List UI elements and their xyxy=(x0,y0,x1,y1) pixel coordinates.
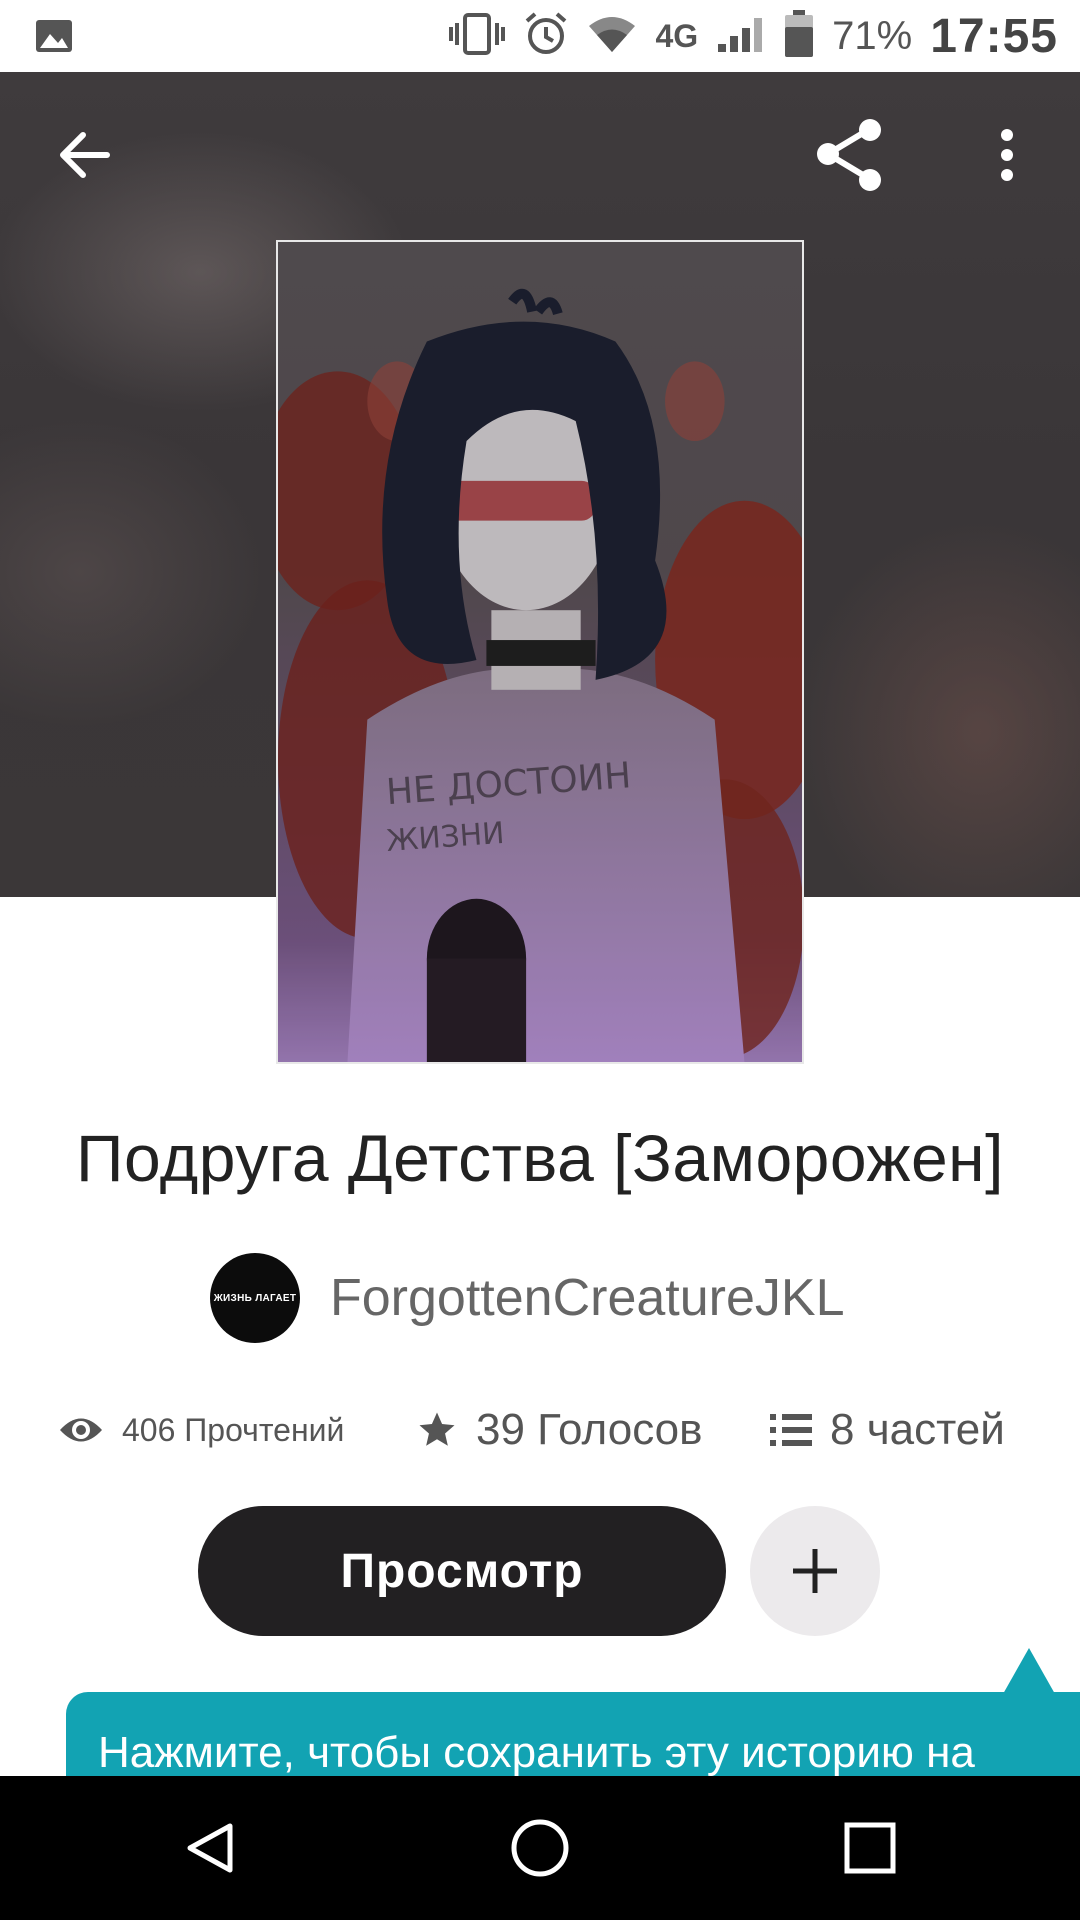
battery-percent: 71% xyxy=(832,13,913,58)
wifi-icon xyxy=(587,14,637,59)
alarm-icon xyxy=(523,11,569,62)
more-vert-icon xyxy=(1001,129,1013,181)
share-icon xyxy=(817,119,881,191)
navigation-bar xyxy=(0,1776,1080,1920)
status-bar: 4G 71% 17:55 xyxy=(0,0,1080,72)
votes-stat: 39 Голосов xyxy=(416,1400,703,1460)
read-button[interactable]: Просмотр xyxy=(198,1506,726,1636)
signal-icon xyxy=(716,14,766,59)
save-story-tooltip[interactable]: Нажмите, чтобы сохранить эту историю на xyxy=(66,1692,1080,1776)
more-options-button[interactable] xyxy=(962,110,1052,200)
back-button[interactable] xyxy=(40,110,130,200)
story-title: Подруга Детства [Заморожен] xyxy=(76,1121,1004,1195)
nav-home-icon xyxy=(511,1819,569,1877)
author-link[interactable]: ЖИЗНЬ ЛАГАЕТ ForgottenCreatureJKL xyxy=(210,1252,845,1344)
share-button[interactable] xyxy=(806,110,896,200)
eye-icon xyxy=(60,1418,102,1442)
battery-icon xyxy=(784,9,814,63)
parts-stat: 8 частей xyxy=(770,1400,1005,1460)
avatar-text: ЖИЗНЬ ЛАГАЕТ xyxy=(213,1292,297,1304)
tooltip-text: Нажмите, чтобы сохранить эту историю на xyxy=(98,1728,975,1776)
story-stats: 406 Прочтений 39 Голосов 8 частей xyxy=(58,1400,1038,1460)
plus-icon xyxy=(793,1549,837,1593)
back-arrow-icon xyxy=(60,132,110,178)
reads-count: 406 Прочтений xyxy=(122,1411,345,1448)
author-avatar[interactable]: ЖИЗНЬ ЛАГАЕТ xyxy=(210,1253,300,1343)
clock: 17:55 xyxy=(930,9,1058,63)
network-type: 4G xyxy=(655,17,699,54)
nav-recents-icon xyxy=(844,1822,896,1874)
vibrate-icon xyxy=(449,11,506,62)
gallery-icon xyxy=(34,16,74,61)
tooltip-arrow xyxy=(1003,1648,1055,1694)
reads-stat: 406 Прочтений xyxy=(58,1400,344,1460)
star-icon xyxy=(419,1412,455,1446)
author-name[interactable]: ForgottenCreatureJKL xyxy=(330,1268,845,1328)
nav-home-button[interactable] xyxy=(490,1798,590,1898)
add-to-library-button[interactable] xyxy=(750,1506,880,1636)
nav-back-button[interactable] xyxy=(160,1798,260,1898)
votes-count: 39 Голосов xyxy=(476,1405,703,1454)
list-icon xyxy=(770,1414,812,1446)
story-cover[interactable]: НЕ ДОСТОИН ЖИЗНИ xyxy=(276,240,804,1064)
parts-count: 8 частей xyxy=(830,1405,1005,1454)
nav-back-icon xyxy=(187,1823,233,1873)
nav-recents-button[interactable] xyxy=(820,1798,920,1898)
